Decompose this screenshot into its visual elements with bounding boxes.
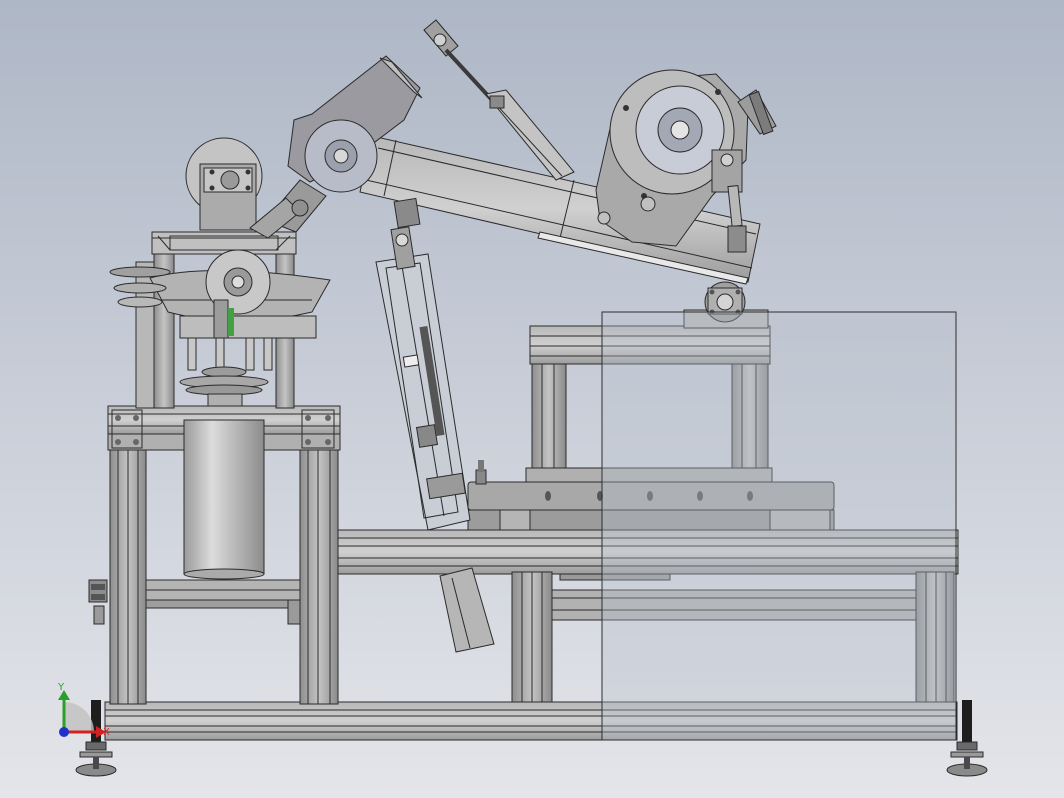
machine-assembly-drawing: Y X [57, 19, 988, 777]
y-axis-label: Y [57, 682, 65, 693]
safety-guard-panel [601, 311, 957, 741]
left-roller-assembly [185, 137, 263, 231]
x-axis-label: X [103, 727, 110, 738]
cad-viewport[interactable]: Y X [0, 0, 1064, 798]
tilted-feeder-cylinder [375, 197, 495, 653]
